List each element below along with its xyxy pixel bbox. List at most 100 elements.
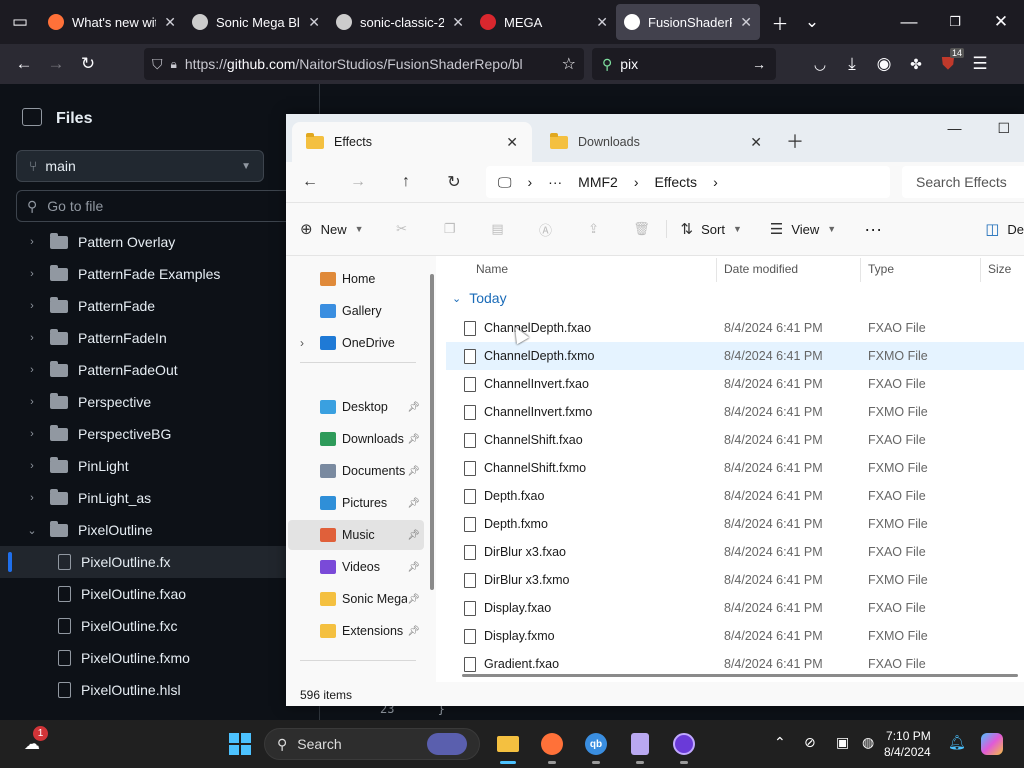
url-bar[interactable]: ⛉ 🔒︎ https://github.com/NaitorStudios/Fu… [144,48,584,80]
column-divider[interactable] [980,258,981,282]
chevron-right-icon[interactable]: › [24,300,40,312]
close-icon[interactable]: ✕ [596,14,608,31]
start-icon[interactable] [224,728,256,760]
file-row[interactable]: ChannelInvert.fxmo 8/4/2024 6:41 PM FXMO F… [446,398,1024,426]
explorer-tab-downloads[interactable]: Downloads ✕ [536,122,776,162]
tree-folder[interactable]: › Pattern Overlay [0,226,300,258]
chevron-right-icon[interactable]: › [24,492,40,504]
chevron-right-icon[interactable]: › [24,268,40,280]
column-divider[interactable] [860,258,861,282]
branch-selector[interactable]: ⑂ main ▼ [16,150,264,182]
nav-item[interactable]: Videos 📌︎ [288,552,424,582]
chevron-right-icon[interactable]: › [24,364,40,376]
tree-folder[interactable]: › PerspectiveBG [0,418,300,450]
go-arrow-icon[interactable]: → [752,56,766,72]
delete-icon[interactable]: 🗑︎ [618,221,666,237]
cut-icon[interactable]: ✂ [378,221,426,237]
tree-file[interactable]: PixelOutline.hlsl [0,674,300,706]
horizontal-scrollbar[interactable] [462,674,1018,677]
browser-tab[interactable]: Sonic Mega Bla ✕ [184,4,328,40]
details-button[interactable]: ◫ De [971,220,1024,238]
nav-item[interactable]: Desktop 📌︎ [288,392,424,422]
taskbar-search[interactable]: ⚲ Search [264,728,480,760]
file-row[interactable]: ChannelInvert.fxao 8/4/2024 6:41 PM FXAO F… [446,370,1024,398]
nav-item[interactable]: Extensions 📌︎ [288,616,424,646]
search-bar[interactable]: ⚲ pix → [592,48,776,80]
copilot-icon[interactable] [976,728,1008,760]
chevron-right-icon[interactable]: › [24,332,40,344]
maximize-icon[interactable]: ❐ [932,6,978,38]
ublock-icon[interactable]: ⛊ 14 [932,48,964,80]
file-row[interactable]: Display.fxao 8/4/2024 6:41 PM FXAO File [446,594,1024,622]
tree-folder[interactable]: ⌄ PixelOutline [0,514,300,546]
tree-folder[interactable]: › PatternFade [0,290,300,322]
tree-file[interactable]: PixelOutline.fxao [0,578,300,610]
chevron-right-icon[interactable]: › [24,396,40,408]
up-icon[interactable]: ↑ [382,173,430,191]
new-tab-button[interactable]: ＋ [786,128,804,154]
file-row[interactable]: ChannelDepth.fxao 8/4/2024 6:41 PM FXAO Fi… [446,314,1024,342]
minimize-icon[interactable]: — [886,6,932,38]
extensions-icon[interactable]: ✤ [900,48,932,80]
minimize-icon[interactable]: — [947,120,961,137]
chevron-right-icon[interactable]: › [24,428,40,440]
clock[interactable]: 7:10 PM 8/4/2024 [884,728,931,760]
tree-folder[interactable]: › Perspective [0,386,300,418]
forward-icon[interactable]: → [40,48,72,80]
browser-tab[interactable]: What's new with ✕ [40,4,184,40]
firefox-taskbar-icon[interactable] [536,728,568,764]
nav-pane-scrollbar[interactable] [430,274,434,590]
chevron-right-icon[interactable]: › [300,336,304,350]
group-header-today[interactable]: ⌄ Today [452,290,507,306]
breadcrumb-mmf2[interactable]: MMF2 [578,174,618,190]
close-icon[interactable]: ✕ [164,14,176,31]
back-icon[interactable]: ← [8,48,40,80]
chevron-up-icon[interactable]: ⌃ [774,734,786,751]
column-type[interactable]: Type [868,262,894,276]
chevron-down-icon[interactable]: ⌄ [24,524,40,537]
rename-icon[interactable]: Ⓐ [522,220,570,239]
file-row[interactable]: Display.fxmo 8/4/2024 6:41 PM FXMO File [446,622,1024,650]
qbittorrent-taskbar-icon[interactable]: qb [580,728,612,764]
browser-tab[interactable]: sonic-classic-2- ✕ [328,4,472,40]
pocket-icon[interactable]: ◡ [804,48,836,80]
this-pc-icon[interactable]: 🖵︎ [498,174,512,191]
tree-folder[interactable]: › PinLight [0,450,300,482]
account-icon[interactable]: ◉ [868,48,900,80]
file-row[interactable]: DirBlur x3.fxao 8/4/2024 6:41 PM FXAO File [446,538,1024,566]
display-icon[interactable]: ▣ [836,734,849,751]
back-icon[interactable]: ← [286,173,334,191]
lock-icon[interactable]: 🔒︎ [171,57,177,72]
nav-item[interactable]: Sonic Mega B📌︎ [288,584,424,614]
sort-button[interactable]: ⇅ Sort ▼ [665,220,756,238]
file-row[interactable]: ChannelShift.fxmo 8/4/2024 6:41 PM FXMO Fi… [446,454,1024,482]
tree-folder[interactable]: › PatternFadeIn [0,322,300,354]
nav-item[interactable]: Gallery [288,296,424,326]
list-tabs-button[interactable]: ⌄ [796,6,828,38]
nav-item[interactable]: Downloads 📌︎ [288,424,424,454]
close-icon[interactable]: ✕ [452,14,464,31]
tree-folder[interactable]: › PatternFadeOut [0,354,300,386]
more-options-icon[interactable]: ··· [850,219,896,240]
nav-item[interactable]: Documents 📌︎ [288,456,424,486]
downloads-icon[interactable]: ⤓ [836,48,868,80]
close-icon[interactable]: ✕ [740,14,752,31]
volume-icon[interactable]: ◍ [862,734,874,751]
go-to-file-input[interactable]: ⚲ Go to file [16,190,316,222]
explorer-tab-effects[interactable]: Effects ✕ [292,122,532,162]
shield-icon[interactable]: ⛉ [152,56,163,73]
forward-icon[interactable]: → [334,173,382,191]
nav-item[interactable]: › OneDrive [288,328,424,358]
chevron-right-icon[interactable]: › [24,460,40,472]
close-icon[interactable]: ✕ [308,14,320,31]
file-row[interactable]: DirBlur x3.fxmo 8/4/2024 6:41 PM FXMO File [446,566,1024,594]
tree-file[interactable]: PixelOutline.fxc [0,610,300,642]
close-icon[interactable]: ✕ [978,6,1024,38]
tree-folder[interactable]: › PatternFade Examples [0,258,300,290]
chevron-right-icon[interactable]: › [24,236,40,248]
maximize-icon[interactable]: ☐ [997,120,1010,137]
tree-file[interactable]: PixelOutline.fx [0,546,300,578]
file-explorer-taskbar-icon[interactable] [492,728,524,764]
firefox-view-icon[interactable]: ▭ [0,6,40,38]
tree-folder[interactable]: › PinLight_as [0,482,300,514]
